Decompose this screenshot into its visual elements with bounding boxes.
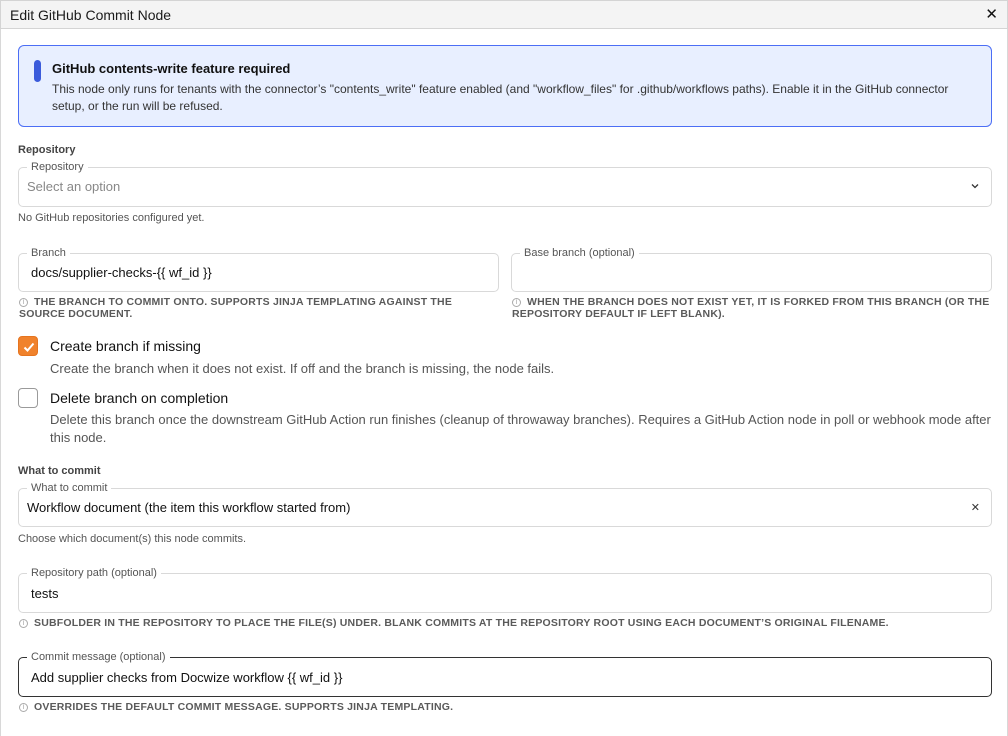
info-icon: i (19, 703, 28, 712)
create-branch-description: Create the branch when it does not exist… (50, 361, 555, 376)
what-to-commit-helper: Choose which document(s) this node commi… (18, 533, 247, 545)
repository-placeholder: Select an option (27, 179, 121, 194)
create-branch-checkbox[interactable] (18, 336, 38, 356)
repository-legend: Repository (27, 160, 88, 174)
repository-helper: No GitHub repositories configured yet. (18, 212, 205, 224)
branch-value: docs/supplier-checks-{{ wf_id }} (31, 265, 212, 280)
repository-path-helper-text: Subfolder in the repository to place the… (34, 617, 889, 629)
info-icon: i (19, 298, 28, 307)
commit-message-helper-text: Overrides the default commit message. Su… (34, 701, 454, 713)
repository-path-input[interactable]: Repository path (optional) tests (18, 566, 992, 613)
base-branch-input[interactable]: Base branch (optional) (511, 246, 992, 292)
repository-select[interactable]: Repository Select an option (18, 160, 992, 207)
branch-helper-text: The branch to commit onto. Supports Jinj… (19, 296, 453, 320)
alert-body: This node only runs for tenants with the… (52, 82, 949, 113)
feature-required-alert: GitHub contents-write feature required T… (18, 45, 992, 127)
dialog-title: Edit GitHub Commit Node (10, 6, 172, 23)
what-to-commit-value: Workflow document (the item this workflo… (27, 500, 351, 515)
what-to-commit-legend: What to commit (27, 481, 112, 495)
checkmark-icon (23, 342, 35, 352)
dialog-titlebar: Edit GitHub Commit Node ✕ (0, 0, 1008, 29)
clear-icon[interactable]: ✕ (971, 501, 980, 514)
close-icon[interactable]: ✕ (985, 6, 998, 24)
delete-branch-description: Delete this branch once the downstream G… (50, 412, 991, 445)
base-branch-helper-text: When the branch does not exist yet, it i… (512, 296, 990, 320)
alert-accent-bar (34, 60, 41, 82)
branch-legend: Branch (27, 246, 70, 260)
commit-message-helper: i Overrides the default commit message. S… (19, 701, 989, 713)
commit-message-value: Add supplier checks from Docwize workflo… (31, 670, 343, 685)
create-branch-label[interactable]: Create branch if missing (50, 338, 201, 354)
repository-path-value: tests (31, 586, 59, 601)
alert-title: GitHub contents-write feature required (52, 61, 291, 76)
commit-message-legend: Commit message (optional) (27, 650, 170, 664)
branch-helper: i The branch to commit onto. Supports Jin… (19, 296, 489, 320)
base-branch-helper: i When the branch does not exist yet, it … (512, 296, 992, 320)
info-icon: i (19, 619, 28, 628)
delete-branch-label[interactable]: Delete branch on completion (50, 390, 228, 406)
branch-input[interactable]: Branch docs/supplier-checks-{{ wf_id }} (18, 246, 499, 292)
delete-branch-checkbox[interactable] (18, 388, 38, 408)
what-to-commit-select[interactable]: What to commit Workflow document (the it… (18, 481, 992, 527)
what-to-commit-section-label: What to commit (18, 465, 101, 477)
repository-path-helper: i Subfolder in the repository to place th… (19, 617, 989, 629)
dialog-body: GitHub contents-write feature required T… (0, 29, 1008, 736)
info-icon: i (512, 298, 521, 307)
base-branch-legend: Base branch (optional) (520, 246, 639, 260)
commit-message-input[interactable]: Commit message (optional) Add supplier c… (18, 650, 992, 697)
chevron-down-icon[interactable] (970, 180, 980, 194)
repository-path-legend: Repository path (optional) (27, 566, 161, 580)
repository-section-label: Repository (18, 144, 76, 156)
